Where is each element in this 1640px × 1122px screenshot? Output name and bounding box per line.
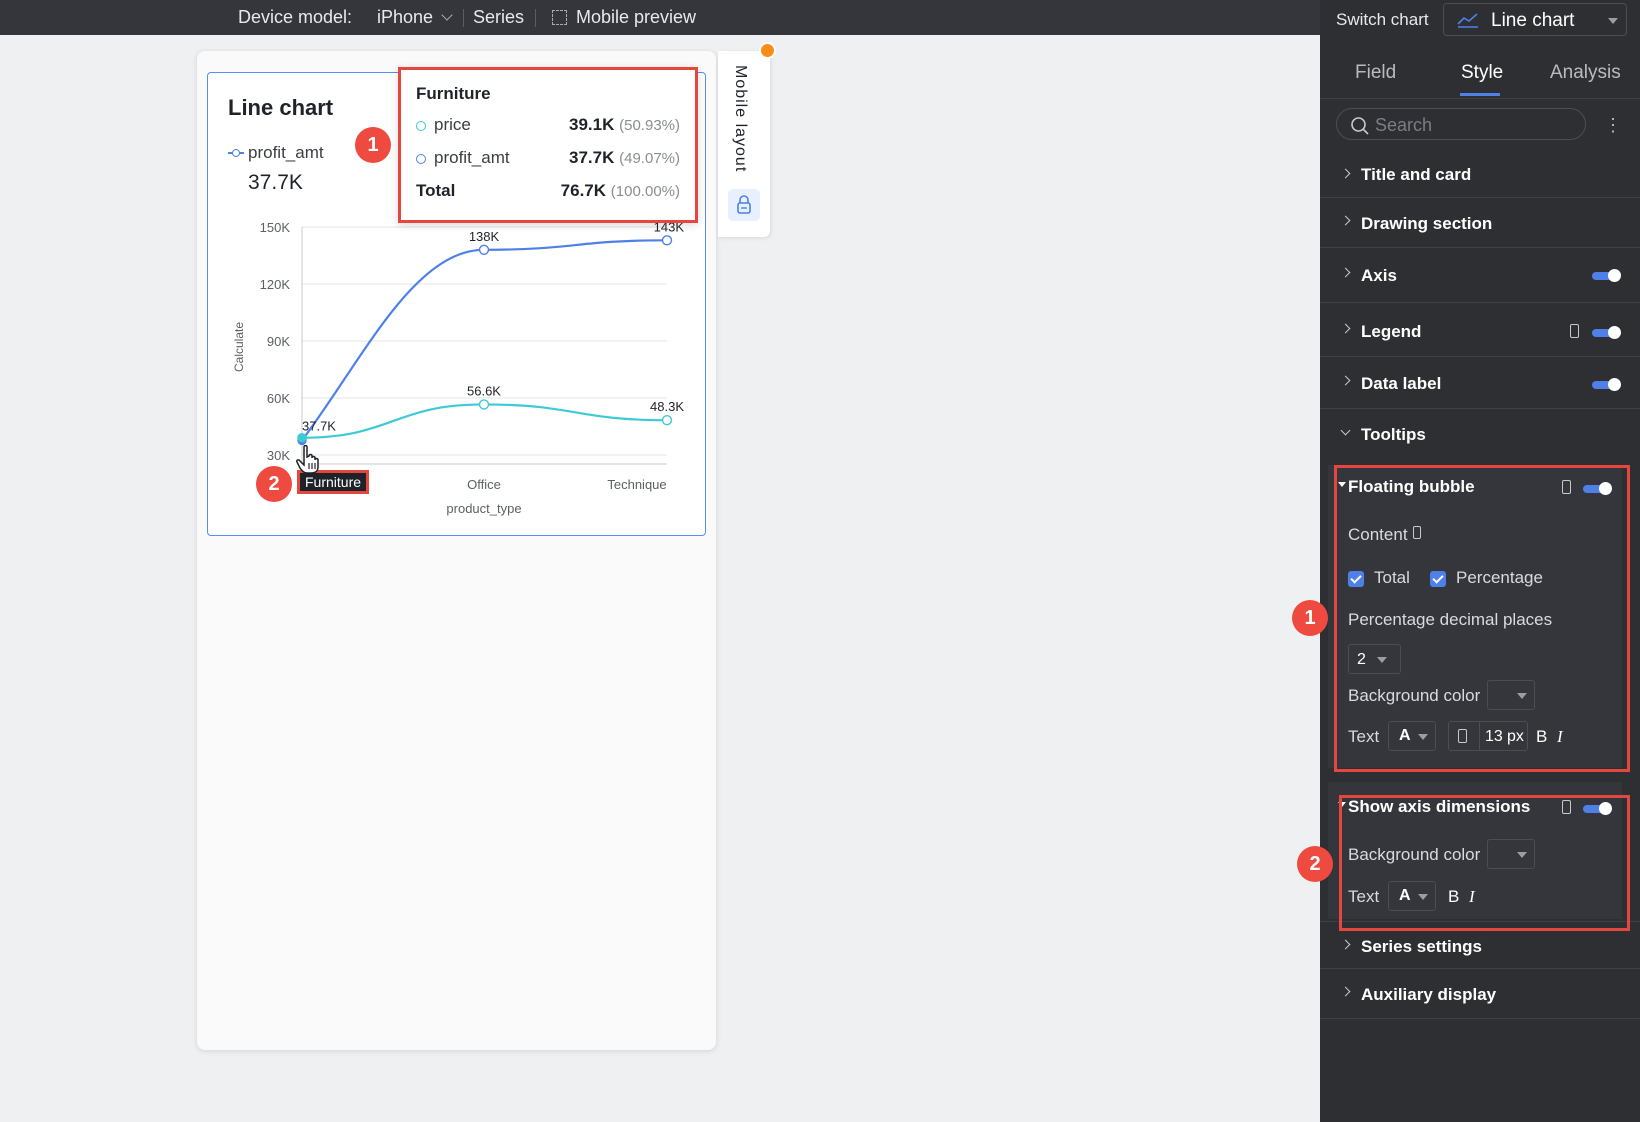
section-legend[interactable]: Legend	[1320, 303, 1640, 357]
data-label: 48.3K	[650, 399, 684, 414]
tooltip-value: 39.1K	[569, 115, 615, 134]
y-tick-label: 90K	[267, 334, 290, 349]
callout-badge-1: 1	[355, 127, 391, 163]
notification-dot	[759, 42, 776, 59]
section-tooltips[interactable]: Tooltips	[1320, 409, 1640, 459]
chart-type-value: Line chart	[1491, 10, 1575, 31]
floating-tooltip: Furniture price 39.1K (50.93%) profit_am…	[398, 67, 698, 223]
tooltip-row: price 39.1K (50.93%)	[416, 115, 680, 137]
section-label: Title and card	[1361, 165, 1472, 184]
switch-chart-label: Switch chart	[1336, 10, 1429, 29]
section-label: Auxiliary display	[1361, 985, 1497, 1004]
lock-icon	[737, 195, 751, 214]
callout-badge-2: 2	[1297, 846, 1333, 882]
chevron-right-icon	[1340, 267, 1351, 278]
chevron-right-icon	[1340, 375, 1351, 386]
tooltip-row: profit_amt 37.7K (49.07%)	[416, 148, 680, 170]
section-drawing[interactable]: Drawing section	[1320, 198, 1640, 248]
mobile-icon	[1570, 324, 1579, 338]
tab-style[interactable]: Style	[1461, 62, 1503, 84]
section-label: Tooltips	[1361, 425, 1426, 444]
lock-button[interactable]	[728, 189, 760, 221]
chart-type-select[interactable]: Line chart	[1443, 3, 1627, 36]
y-tick-label: 60K	[267, 391, 290, 406]
data-point	[478, 244, 490, 256]
chevron-right-icon	[1340, 215, 1351, 226]
active-tab-indicator	[1460, 93, 1500, 96]
y-tick-label: 150K	[260, 220, 291, 235]
dropdown-caret-icon	[1608, 18, 1618, 24]
highlight-box	[1339, 795, 1630, 931]
highlight-box	[1334, 465, 1630, 772]
section-label: Drawing section	[1361, 214, 1493, 233]
mobile-layout-label: Mobile layout	[732, 65, 749, 173]
tooltip-series-name: profit_amt	[434, 148, 510, 167]
section-label: Axis	[1361, 266, 1397, 285]
tab-analysis[interactable]: Analysis	[1550, 62, 1621, 84]
section-auxiliary-display[interactable]: Auxiliary display	[1320, 969, 1640, 1019]
data-label-toggle[interactable]	[1592, 378, 1621, 391]
data-point	[478, 399, 490, 410]
data-label: 56.6K	[467, 383, 501, 398]
data-point	[661, 235, 673, 246]
chevron-right-icon	[1340, 323, 1351, 334]
search-placeholder: Search	[1375, 115, 1433, 135]
section-axis[interactable]: Axis	[1320, 248, 1640, 303]
search-input[interactable]: Search	[1336, 108, 1586, 140]
y-axis-title: Calculate	[232, 322, 246, 372]
tooltip-total-value: 76.7K	[560, 181, 607, 200]
search-icon	[1351, 117, 1369, 135]
tooltip-percent: (49.07%)	[619, 150, 680, 167]
y-tick-label: 30K	[267, 448, 290, 463]
more-options-icon[interactable]: ⋮	[1604, 115, 1622, 136]
tooltip-total-percent: (100.00%)	[610, 183, 680, 200]
section-data-label[interactable]: Data label	[1320, 357, 1640, 409]
series-dot-icon	[416, 153, 426, 164]
axis-toggle[interactable]	[1592, 269, 1621, 282]
series-dot-icon	[416, 120, 426, 131]
data-point	[661, 415, 673, 426]
tooltip-value: 37.7K	[569, 148, 615, 167]
panel-tabs: Field Style Analysis	[1320, 58, 1640, 98]
hand-cursor-icon	[296, 445, 319, 474]
tooltip-total-label: Total	[416, 181, 456, 200]
data-label: 37.7K	[302, 418, 336, 433]
x-tick-label: Office	[467, 477, 501, 492]
x-tick-label: Technique	[607, 477, 666, 492]
chevron-right-icon	[1340, 168, 1351, 179]
tab-field[interactable]: Field	[1355, 62, 1396, 84]
section-label: Data label	[1361, 374, 1442, 393]
chevron-right-icon	[1340, 986, 1351, 997]
legend-toggle[interactable]	[1592, 326, 1621, 339]
callout-badge-1: 1	[1292, 600, 1328, 636]
tooltip-title: Furniture	[416, 84, 491, 103]
section-label: Series settings	[1361, 937, 1482, 956]
callout-badge-2: 2	[256, 466, 292, 502]
data-label: 138K	[469, 229, 500, 244]
x-axis-title: product_type	[446, 501, 521, 516]
tooltip-series-name: price	[434, 115, 471, 134]
tooltip-percent: (50.93%)	[619, 117, 680, 134]
mobile-layout-tab[interactable]: Mobile layout	[718, 51, 770, 237]
divider	[1320, 98, 1640, 99]
section-label: Legend	[1361, 322, 1422, 341]
chevron-right-icon	[1340, 939, 1351, 950]
section-title-and-card[interactable]: Title and card	[1320, 150, 1640, 198]
line-chart-icon	[1457, 13, 1478, 28]
series-line-profit-amt	[301, 239, 668, 442]
data-point	[297, 433, 307, 443]
chevron-down-icon	[1340, 425, 1351, 436]
y-tick-label: 120K	[260, 277, 291, 292]
tooltip-total-row: Total 76.7K (100.00%)	[416, 181, 680, 203]
